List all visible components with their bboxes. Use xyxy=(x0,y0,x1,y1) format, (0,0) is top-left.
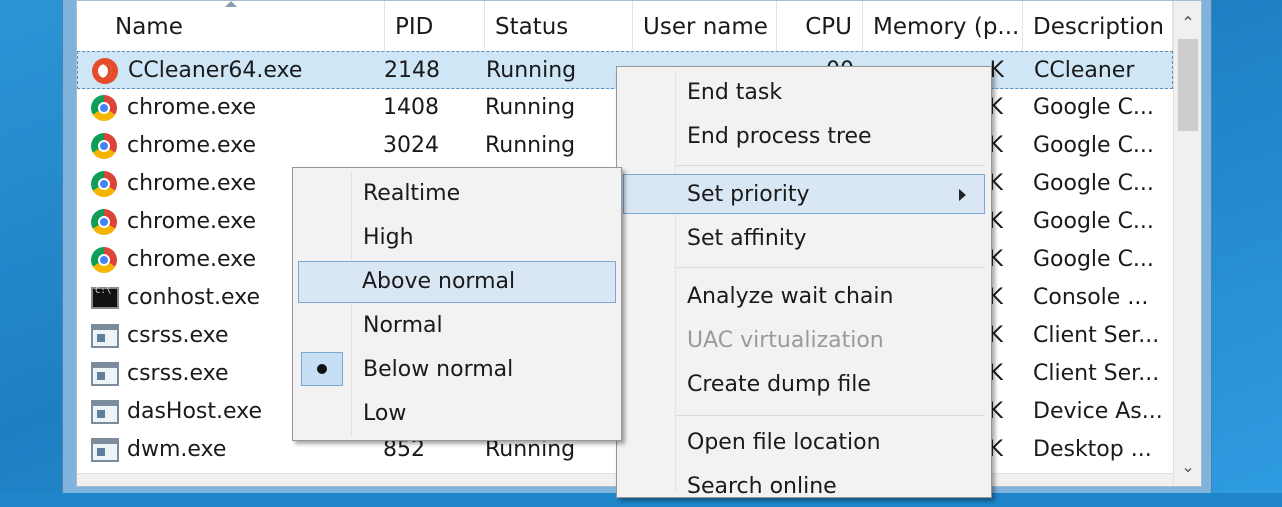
column-header-status[interactable]: Status xyxy=(485,1,633,53)
menu-separator xyxy=(677,165,985,166)
menu-item-search-online[interactable]: Search online xyxy=(619,467,989,507)
priority-above-normal[interactable]: Above normal xyxy=(298,261,616,303)
menu-item-label: Search online xyxy=(687,474,837,499)
column-header-bar: Name PID Status User name CPU Memory (p.… xyxy=(77,1,1173,53)
chrome-icon xyxy=(91,171,117,197)
menu-item-label: Above normal xyxy=(362,269,516,294)
column-header-user-name[interactable]: User name xyxy=(633,1,777,53)
process-description: Google C... xyxy=(1033,247,1154,272)
process-description: Client Ser... xyxy=(1033,323,1160,348)
menu-item-end-process-tree[interactable]: End process tree xyxy=(619,117,989,157)
menu-item-label: End process tree xyxy=(687,124,872,149)
menu-item-label: End task xyxy=(687,80,783,105)
chrome-icon xyxy=(91,95,117,121)
process-pid: 1408 xyxy=(383,95,439,120)
console-icon xyxy=(91,286,119,309)
process-name: chrome.exe xyxy=(127,133,257,158)
process-name: CCleaner64.exe xyxy=(128,58,303,83)
menu-item-label: Realtime xyxy=(363,181,461,206)
menu-item-label: Analyze wait chain xyxy=(687,284,894,309)
process-description: Google C... xyxy=(1033,133,1154,158)
column-header-description[interactable]: Description xyxy=(1023,1,1173,53)
process-status: Running xyxy=(485,95,576,120)
menu-item-label: Set priority xyxy=(687,182,810,207)
process-context-menu: End task End process tree Set priority S… xyxy=(616,66,992,499)
process-description: Desktop ... xyxy=(1033,437,1152,462)
chrome-icon xyxy=(91,247,117,273)
column-header-name[interactable]: Name xyxy=(105,1,385,53)
process-description: Google C... xyxy=(1033,209,1154,234)
menu-item-analyze-wait-chain[interactable]: Analyze wait chain xyxy=(619,277,989,317)
priority-normal[interactable]: Normal xyxy=(295,306,619,346)
process-pid: 3024 xyxy=(383,133,439,158)
priority-low[interactable]: Low xyxy=(295,394,619,434)
process-name: chrome.exe xyxy=(127,95,257,120)
menu-item-set-priority[interactable]: Set priority xyxy=(623,174,985,214)
priority-realtime[interactable]: Realtime xyxy=(295,174,619,214)
menu-item-label: Normal xyxy=(363,313,443,338)
window-icon xyxy=(91,400,119,424)
process-description: Device As... xyxy=(1033,399,1163,424)
menu-separator xyxy=(677,415,985,416)
priority-submenu: Realtime High Above normal Normal Below … xyxy=(292,167,622,441)
menu-item-label: Set affinity xyxy=(687,226,807,251)
menu-item-label: Low xyxy=(363,401,407,426)
chrome-icon xyxy=(91,133,117,159)
menu-separator xyxy=(677,267,985,268)
scroll-thumb[interactable] xyxy=(1178,39,1198,131)
column-header-cpu[interactable]: CPU xyxy=(777,1,863,53)
process-description: Console ... xyxy=(1033,285,1149,310)
menu-item-set-affinity[interactable]: Set affinity xyxy=(619,219,989,259)
scroll-up-icon[interactable]: ⌃ xyxy=(1174,9,1201,37)
ccleaner-icon xyxy=(92,58,118,84)
menu-item-open-file-location[interactable]: Open file location xyxy=(619,423,989,463)
process-description: Client Ser... xyxy=(1033,361,1160,386)
vertical-scrollbar[interactable]: ⌃ ⌄ xyxy=(1173,1,1201,486)
radio-selected-icon xyxy=(301,352,343,386)
process-status: Running xyxy=(486,58,577,83)
menu-item-label: High xyxy=(363,225,414,250)
priority-below-normal[interactable]: Below normal xyxy=(295,350,619,390)
process-pid: 2148 xyxy=(384,58,440,83)
window-icon xyxy=(91,438,119,462)
process-status: Running xyxy=(485,133,576,158)
priority-high[interactable]: High xyxy=(295,218,619,258)
menu-item-label: Below normal xyxy=(363,357,514,382)
menu-item-create-dump-file[interactable]: Create dump file xyxy=(619,365,989,405)
menu-item-label: Create dump file xyxy=(687,372,871,397)
chrome-icon xyxy=(91,209,117,235)
window-icon xyxy=(91,362,119,386)
menu-item-label: UAC virtualization xyxy=(687,328,884,353)
scroll-down-icon[interactable]: ⌄ xyxy=(1174,453,1201,481)
menu-item-label: Open file location xyxy=(687,430,881,455)
menu-item-uac-virtualization: UAC virtualization xyxy=(619,321,989,361)
submenu-arrow-icon xyxy=(959,189,966,201)
process-description: Google C... xyxy=(1033,171,1154,196)
window-icon xyxy=(91,324,119,348)
process-description: CCleaner xyxy=(1034,58,1135,83)
column-header-memory[interactable]: Memory (p... xyxy=(863,1,1023,53)
column-header-pid[interactable]: PID xyxy=(385,1,485,53)
process-description: Google C... xyxy=(1033,95,1154,120)
menu-item-end-task[interactable]: End task xyxy=(619,73,989,113)
